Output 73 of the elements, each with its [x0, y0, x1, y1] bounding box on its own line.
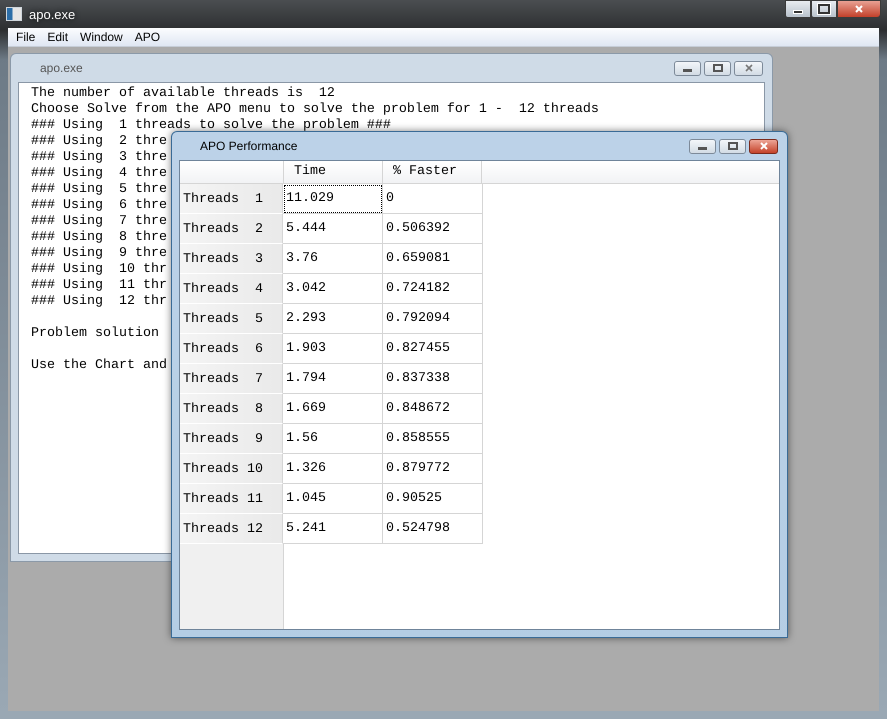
table-cell[interactable]: 0.848672 — [383, 394, 483, 424]
row-header[interactable]: Threads 7 — [180, 364, 283, 394]
output-line: ### Using 9 thre — [31, 246, 167, 262]
table-cell[interactable]: 0.90525 — [383, 484, 483, 514]
menu-item[interactable]: Edit — [41, 30, 74, 44]
restore-button[interactable] — [719, 138, 746, 154]
row-header[interactable]: Threads 12 — [180, 514, 283, 544]
table-cell[interactable]: 1.794 — [283, 364, 383, 394]
output-line: Choose Solve from the APO menu to solve the problem for 1 - 12 threads — [31, 102, 599, 118]
close-icon — [758, 141, 768, 151]
row-header[interactable]: Threads 3 — [180, 244, 283, 274]
menu-item[interactable]: File — [10, 30, 42, 44]
close-icon — [744, 63, 754, 73]
table-cell[interactable]: 5.241 — [283, 514, 383, 544]
output-line: Use the Chart and — [31, 358, 167, 374]
row-header[interactable]: Threads 2 — [180, 214, 283, 244]
output-line: ### Using 1 threads to solve the problem ### — [31, 118, 391, 134]
row-header[interactable]: Threads 1 — [180, 184, 283, 214]
minimize-button[interactable] — [785, 0, 811, 18]
table-cell[interactable]: 0.724182 — [383, 274, 483, 304]
output-line: ### Using 8 thre — [31, 230, 167, 246]
close-button[interactable] — [749, 138, 778, 154]
output-line: ### Using 11 thr — [31, 278, 167, 294]
table-cell[interactable]: 1.669 — [283, 394, 383, 424]
output-line: ### Using 3 thre — [31, 150, 167, 166]
row-header[interactable]: Threads 9 — [180, 424, 283, 454]
table-cell[interactable]: 0.524798 — [383, 514, 483, 544]
table-cell[interactable]: 0.837338 — [383, 364, 483, 394]
output-line: ### Using 4 thre — [31, 166, 167, 182]
output-line: ### Using 2 thre — [31, 134, 167, 150]
close-button[interactable] — [837, 0, 881, 18]
output-line: ### Using 5 thre — [31, 182, 167, 198]
output-line: ### Using 12 thr — [31, 294, 167, 310]
window-icon — [6, 7, 22, 21]
maximize-button[interactable] — [811, 0, 837, 18]
row-header[interactable]: Threads 8 — [180, 394, 283, 424]
row-header[interactable]: Threads 4 — [180, 274, 283, 304]
output-line: ### Using 7 thre — [31, 214, 167, 230]
table-cell[interactable]: 1.56 — [283, 424, 383, 454]
minimize-button[interactable] — [674, 60, 701, 76]
window-title: apo.exe — [39, 61, 83, 75]
window-title: APO Performance — [199, 139, 298, 153]
row-header[interactable]: Threads 6 — [180, 334, 283, 364]
table-cell[interactable]: 0.659081 — [383, 244, 483, 274]
output-line: ### Using 10 thr — [31, 262, 167, 278]
row-header[interactable]: Threads 10 — [180, 454, 283, 484]
table-cell[interactable]: 0.506392 — [383, 214, 483, 244]
table-cell[interactable]: 3.76 — [283, 244, 383, 274]
table-cell[interactable]: 1.326 — [283, 454, 383, 484]
column-header[interactable]: Time — [284, 161, 383, 183]
output-line: ### Using 6 thre — [31, 198, 167, 214]
table-cell[interactable]: 0.792094 — [383, 304, 483, 334]
table-cell[interactable]: 1.045 — [283, 484, 383, 514]
table-cell[interactable]: 2.293 — [283, 304, 383, 334]
table-cell[interactable]: 1.903 — [283, 334, 383, 364]
table-cell[interactable]: 0 — [383, 184, 483, 214]
window-title: apo.exe — [29, 6, 76, 22]
output-line: The number of available threads is 12 — [31, 86, 335, 102]
row-header[interactable]: Threads 11 — [180, 484, 283, 514]
menu-item[interactable]: Window — [74, 30, 129, 44]
minimize-button[interactable] — [689, 138, 716, 154]
menu-item[interactable]: APO — [128, 30, 166, 44]
output-line: Problem solution — [31, 326, 159, 342]
table-cell[interactable]: 0.858555 — [383, 424, 483, 454]
table-cell[interactable]: 11.029 — [283, 184, 383, 214]
column-header[interactable]: % Faster — [383, 161, 482, 183]
restore-button[interactable] — [704, 60, 731, 76]
table-cell[interactable]: 5.444 — [283, 214, 383, 244]
table-cell[interactable]: 0.879772 — [383, 454, 483, 484]
close-icon — [854, 4, 864, 14]
row-header[interactable]: Threads 5 — [180, 304, 283, 334]
table-cell[interactable]: 0.827455 — [383, 334, 483, 364]
table-cell[interactable]: 3.042 — [283, 274, 383, 304]
